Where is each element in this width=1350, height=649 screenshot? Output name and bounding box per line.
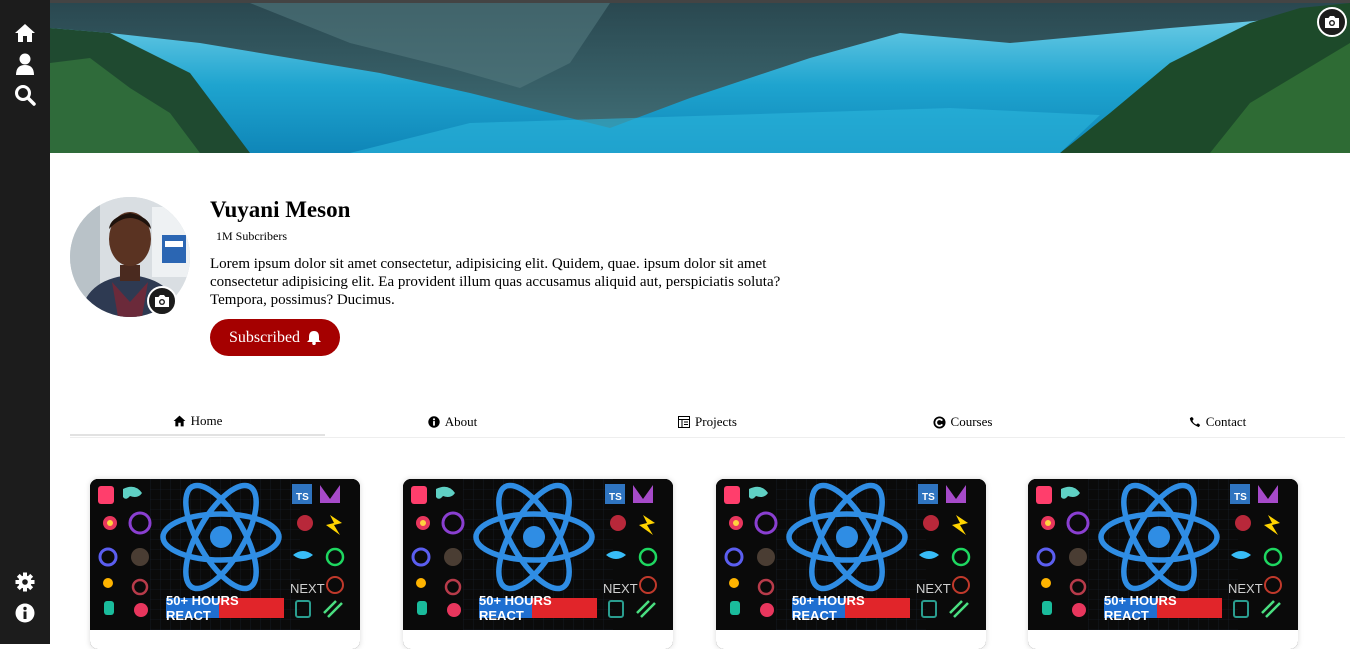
courses-icon: [933, 415, 946, 429]
svg-text:TS: TS: [296, 492, 309, 503]
change-avatar-button[interactable]: [147, 286, 177, 316]
home-icon[interactable]: [13, 21, 37, 45]
video-card-footer: [1028, 630, 1298, 649]
info-icon[interactable]: [13, 601, 37, 625]
tab-label: About: [444, 414, 478, 429]
tab-label: Courses: [950, 414, 993, 429]
tab-home[interactable]: Home: [70, 408, 325, 436]
video-card-footer: [90, 630, 360, 649]
tab-contact[interactable]: Contact: [1090, 408, 1345, 436]
video-card[interactable]: TS NEXT 50+ HOURS REACT: [90, 479, 360, 649]
subscribe-button[interactable]: Subscribed: [210, 319, 340, 356]
thumbnail-badge: 50+ HOURS REACT: [792, 593, 910, 623]
tab-label: Projects: [695, 414, 737, 429]
user-icon[interactable]: [13, 52, 37, 76]
home-icon: [173, 415, 186, 427]
svg-text:TS: TS: [922, 492, 935, 503]
subscriber-count: 1M Subcribers: [216, 229, 287, 243]
search-icon[interactable]: [13, 83, 37, 107]
gear-icon[interactable]: [13, 570, 37, 594]
video-card[interactable]: TS NEXT 50+ HOURS REACT: [403, 479, 673, 649]
camera-icon: [1325, 16, 1339, 28]
video-thumbnail[interactable]: TS NEXT 50+ HOURS REACT: [90, 479, 360, 630]
channel-tabs: Home About Projects Courses Contact: [70, 408, 1345, 438]
video-card[interactable]: TS NEXT 50+ HOURS REACT: [1028, 479, 1298, 649]
thumbnail-badge: 50+ HOURS REACT: [1104, 593, 1222, 623]
sidebar: [0, 0, 50, 644]
thumbnail-badge: 50+ HOURS REACT: [166, 593, 284, 623]
video-thumbnail[interactable]: TS NEXT 50+ HOURS REACT: [1028, 479, 1298, 630]
phone-icon: [1189, 416, 1200, 428]
bell-icon: [307, 331, 322, 345]
channel-name: Vuyani Meson: [210, 197, 351, 222]
video-card-footer: [716, 630, 986, 649]
tab-label: Contact: [1205, 414, 1247, 429]
channel-bio: Lorem ipsum dolor sit amet consectetur, …: [210, 256, 781, 308]
next-logo-text: NEXT: [916, 581, 951, 596]
info-icon: [428, 416, 440, 428]
change-cover-button[interactable]: [1317, 7, 1347, 37]
subscribe-label: Subscribed: [228, 328, 301, 346]
video-thumbnail[interactable]: TS NEXT 50+ HOURS REACT: [716, 479, 986, 630]
video-card[interactable]: TS NEXT 50+ HOURS REACT: [716, 479, 986, 649]
tab-courses[interactable]: Courses: [835, 408, 1090, 436]
next-logo-text: NEXT: [1228, 581, 1263, 596]
projects-icon: [678, 416, 691, 428]
tab-about[interactable]: About: [325, 408, 580, 436]
video-card-footer: [403, 630, 673, 649]
next-logo-text: NEXT: [290, 581, 325, 596]
thumbnail-badge: 50+ HOURS REACT: [479, 593, 597, 623]
video-thumbnail[interactable]: TS NEXT 50+ HOURS REACT: [403, 479, 673, 630]
camera-icon: [155, 295, 169, 307]
tab-projects[interactable]: Projects: [580, 408, 835, 436]
svg-text:TS: TS: [609, 492, 622, 503]
next-logo-text: NEXT: [603, 581, 638, 596]
svg-text:TS: TS: [1234, 492, 1247, 503]
cover-banner: [50, 3, 1350, 153]
tab-label: Home: [190, 413, 223, 428]
